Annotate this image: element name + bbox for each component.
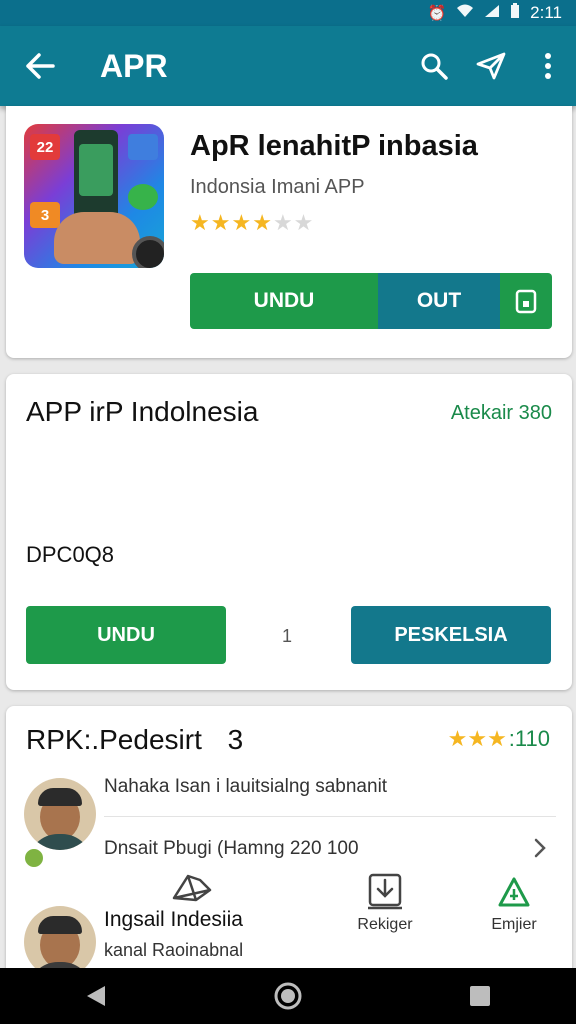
divider — [104, 816, 556, 817]
search-button[interactable] — [405, 26, 462, 106]
nav-recents-button[interactable] — [450, 968, 510, 1024]
app-icon-tile — [128, 184, 158, 210]
more-options-button[interactable] — [519, 26, 576, 106]
navigation-bar — [0, 968, 576, 1024]
detail-card: APP irP Indolnesia Atekair 380 DPC0Q8 UN… — [6, 374, 572, 690]
send-icon — [476, 52, 505, 80]
reviews-rating: ★★★:110 — [447, 726, 550, 751]
detail-right-label[interactable]: Atekair 380 — [451, 402, 552, 425]
reviews-title: RPK:.Pedesirt 3 — [26, 724, 243, 756]
detail-code: DPC0Q8 — [26, 542, 115, 567]
star-icon: ★★★ — [447, 726, 507, 751]
app-title: ApR lenahitP inbasia — [190, 130, 478, 162]
phone-icon — [515, 289, 537, 314]
app-bar: APR — [0, 26, 576, 106]
recycle-action[interactable]: Emjier — [484, 876, 544, 934]
download-button[interactable]: UNDU — [26, 606, 226, 664]
download-action[interactable]: Rekiger — [350, 872, 420, 934]
download-action-label: Rekiger — [357, 916, 413, 933]
avatar[interactable] — [24, 778, 96, 850]
status-time: 2:11 — [530, 3, 562, 22]
detail-middle-label: 1 — [282, 626, 293, 646]
reviews-card: RPK:.Pedesirt 3 ★★★:110 Nahaka Isan i la… — [6, 706, 572, 978]
install-button[interactable]: UNDU — [190, 273, 378, 329]
chevron-right-icon[interactable] — [530, 836, 550, 860]
search-icon — [421, 53, 448, 80]
star-icon: ★ — [231, 210, 253, 235]
app-subtitle: Indonsia Imani APP — [190, 176, 365, 198]
back-triangle-icon — [87, 986, 105, 1006]
recycle-action-label: Emjier — [491, 916, 537, 933]
star-icon: ★ — [293, 210, 315, 235]
status-bar: ⏰ 2:11 — [0, 0, 576, 26]
alarm-icon: ⏰ — [427, 5, 447, 22]
download-icon — [368, 873, 402, 910]
star-icon: ★ — [210, 210, 232, 235]
send-button[interactable] — [462, 26, 519, 106]
app-header-card: 22 3 ApR lenahitP inbasia Indonsia Imani… — [6, 106, 572, 358]
share-icon — [172, 874, 212, 902]
home-circle-icon — [274, 982, 302, 1010]
app-icon-tile: 22 — [30, 134, 60, 160]
app-icon[interactable]: 22 3 — [24, 124, 164, 268]
dial-graphic — [132, 236, 164, 268]
star-icon: ★ — [252, 210, 273, 235]
signal-icon — [484, 4, 500, 22]
rating-stars: ★★★★★★ — [190, 210, 314, 236]
rating-value: 110 — [514, 726, 550, 751]
star-icon: ★ — [190, 210, 211, 235]
page-title: APR — [100, 47, 168, 84]
arrow-back-icon — [26, 53, 55, 79]
app-icon-tile — [128, 134, 158, 160]
recycle-icon — [498, 877, 530, 907]
nav-back-button[interactable] — [66, 968, 126, 1024]
install-split-button: UNDU OUT — [190, 273, 552, 329]
secondary-action-button[interactable]: PESKELSIA — [351, 606, 551, 664]
share-action[interactable] — [166, 870, 218, 904]
detail-title: APP irP Indolnesia — [26, 396, 259, 427]
status-badge — [22, 846, 46, 870]
reviews-count: 3 — [227, 724, 244, 755]
review-meta[interactable]: Dnsait Pbugi (Hamng 220 100 — [104, 838, 359, 860]
hand-graphic — [54, 212, 140, 264]
reviewer-subtitle: kanal Raoinabnal — [104, 940, 244, 960]
wifi-icon — [456, 4, 474, 22]
open-button[interactable]: OUT — [378, 273, 500, 329]
more-vert-icon — [544, 53, 551, 79]
reviewer-name: Ingsail Indesiia — [104, 908, 243, 931]
recents-square-icon — [470, 986, 490, 1006]
reviews-title-text: RPK:.Pedesirt — [26, 724, 202, 755]
device-button[interactable] — [500, 273, 552, 329]
review-text: Nahaka Isan i lauitsialng sabnanit — [104, 776, 388, 797]
app-icon-tile: 3 — [30, 202, 60, 228]
battery-icon — [510, 3, 520, 23]
nav-home-button[interactable] — [258, 968, 318, 1024]
star-icon: ★ — [272, 210, 294, 235]
back-button[interactable] — [0, 26, 80, 106]
